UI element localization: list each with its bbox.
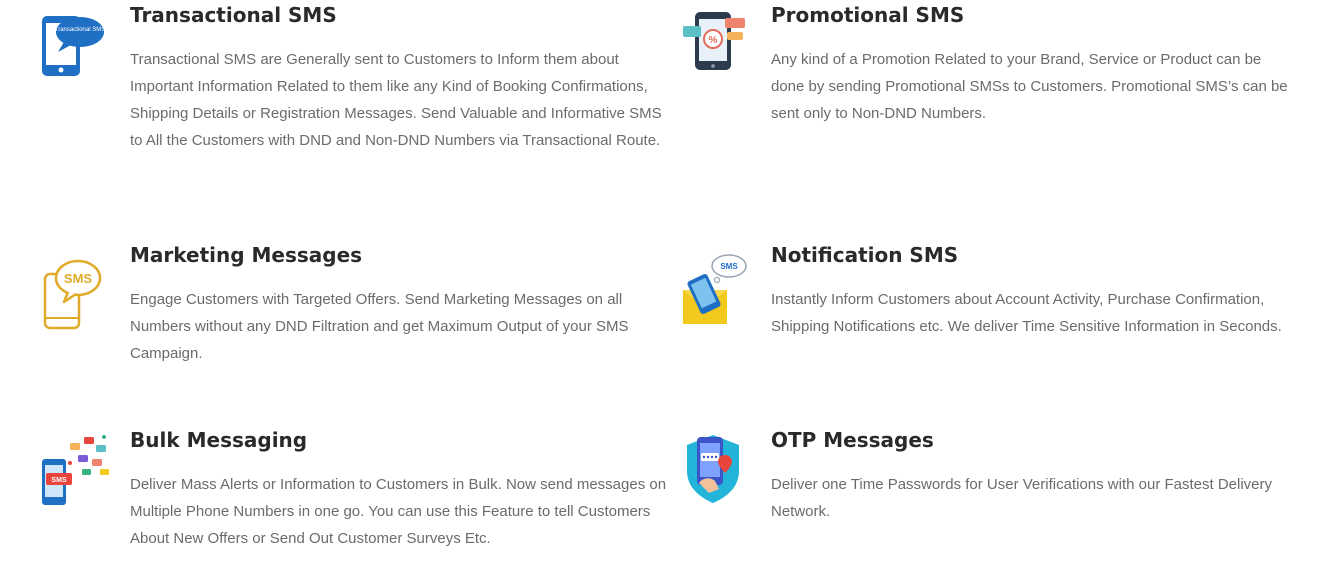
service-description: Deliver one Time Passwords for User Veri… bbox=[771, 476, 1273, 520]
service-title: Marketing Messages bbox=[130, 243, 363, 267]
notification-sms-icon: SMS bbox=[681, 252, 753, 328]
service-title: Bulk Messaging bbox=[130, 428, 308, 452]
service-description: Engage Customers with Targeted Offers. S… bbox=[130, 291, 629, 362]
icon-label: Transactional SMS bbox=[55, 27, 105, 33]
service-text: OTP Messages Deliver one Time Passwords … bbox=[771, 425, 1291, 525]
otp-messages-icon bbox=[681, 431, 753, 507]
icon-label: SMS bbox=[64, 271, 93, 286]
marketing-messages-icon: SMS bbox=[40, 256, 112, 332]
icon-label: SMS bbox=[51, 477, 67, 484]
bulk-messaging-icon: SMS bbox=[40, 433, 112, 509]
service-title: Transactional SMS bbox=[130, 3, 337, 27]
service-text: Notification SMS Instantly Inform Custom… bbox=[771, 240, 1311, 340]
service-description: Transactional SMS are Generally sent to … bbox=[130, 51, 662, 149]
service-description: Deliver Mass Alerts or Information to Cu… bbox=[130, 476, 667, 547]
promotional-sms-icon: % bbox=[681, 8, 753, 84]
transactional-sms-icon: Transactional SMS bbox=[40, 10, 112, 86]
service-title: Promotional SMS bbox=[771, 3, 965, 27]
service-title: Notification SMS bbox=[771, 243, 959, 267]
service-description: Instantly Inform Customers about Account… bbox=[771, 291, 1282, 335]
service-title: OTP Messages bbox=[771, 428, 934, 452]
service-description: Any kind of a Promotion Related to your … bbox=[771, 51, 1288, 122]
service-text: Bulk Messaging Deliver Mass Alerts or In… bbox=[130, 425, 670, 552]
icon-label: SMS bbox=[720, 262, 738, 271]
svg-text:%: % bbox=[709, 35, 718, 46]
service-text: Marketing Messages Engage Customers with… bbox=[130, 240, 670, 367]
service-text: Transactional SMS Transactional SMS are … bbox=[130, 0, 670, 154]
service-text: Promotional SMS Any kind of a Promotion … bbox=[771, 0, 1296, 127]
